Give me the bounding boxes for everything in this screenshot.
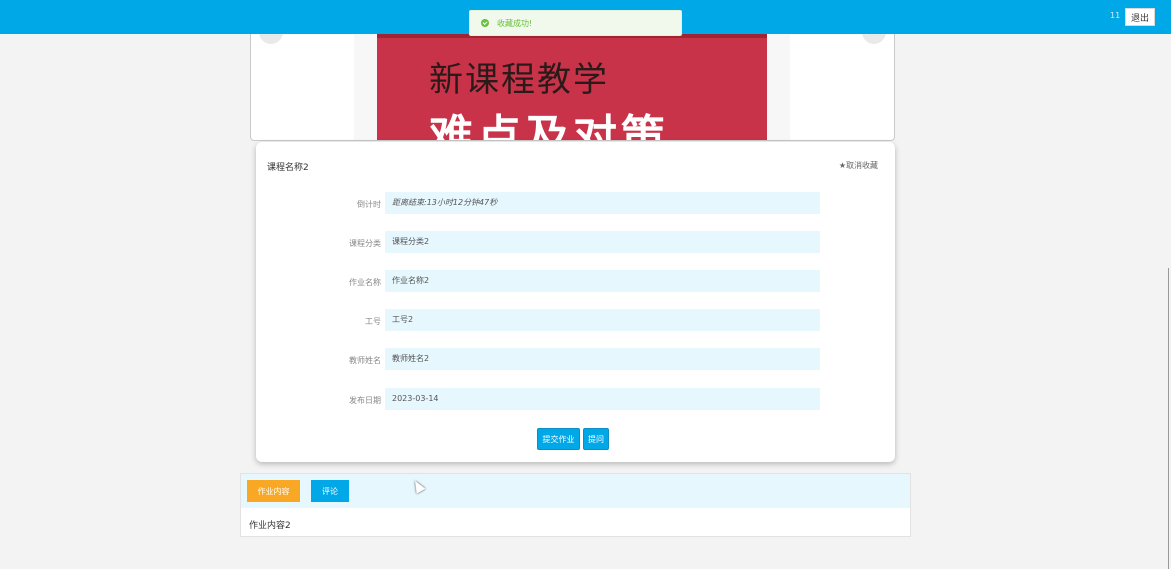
course-category-value: 课程分类2	[385, 231, 820, 253]
staff-id-value: 工号2	[385, 309, 820, 331]
page-scrollbar[interactable]	[1168, 268, 1169, 569]
teacher-name-value: 教师姓名2	[385, 348, 820, 370]
staff-id-label: 工号	[365, 317, 381, 326]
countdown-label: 倒计时	[357, 200, 381, 209]
publish-date-label: 发布日期	[349, 396, 381, 405]
publish-date-value: 2023-03-14	[385, 388, 820, 410]
teacher-name-label: 教师姓名	[349, 356, 381, 365]
success-toast: 收藏成功!	[469, 10, 682, 36]
carousel-prev-button[interactable]	[259, 34, 283, 44]
content-tab-bar: 作业内容 评论	[241, 474, 910, 508]
detail-card: 课程名称2 ★取消收藏 倒计时 距离结束:13小时12分钟47秒 课程分类 课程…	[256, 142, 895, 462]
submit-assignment-button[interactable]: 提交作业	[537, 428, 580, 450]
image-carousel: 新课程教学 难点及对策	[250, 34, 895, 141]
check-circle-icon	[481, 19, 489, 27]
course-name: 课程名称2	[267, 163, 309, 173]
cancel-favorite-link[interactable]: ★取消收藏	[839, 160, 878, 171]
logout-button[interactable]: 退出	[1125, 8, 1155, 26]
tab-comments[interactable]: 评论	[311, 480, 349, 502]
countdown-value: 距离结束:13小时12分钟47秒	[385, 192, 820, 214]
book-cover-image: 新课程教学 难点及对策	[377, 34, 767, 141]
course-category-label: 课程分类	[349, 239, 381, 248]
book-cover-title-line1: 新课程教学	[429, 60, 609, 100]
tab-assignment-content[interactable]: 作业内容	[247, 480, 300, 502]
carousel-next-button[interactable]	[862, 34, 886, 44]
ask-question-button[interactable]: 提问	[583, 428, 609, 450]
assignment-name-label: 作业名称	[349, 278, 381, 287]
toast-message: 收藏成功!	[497, 18, 533, 28]
assignment-name-value: 作业名称2	[385, 270, 820, 292]
assignment-content-text: 作业内容2	[249, 521, 291, 531]
book-cover-title-line2: 难点及对策	[429, 111, 669, 141]
user-name: 11	[1110, 11, 1121, 20]
assignment-content-panel: 作业内容 评论 作业内容2	[240, 473, 911, 537]
